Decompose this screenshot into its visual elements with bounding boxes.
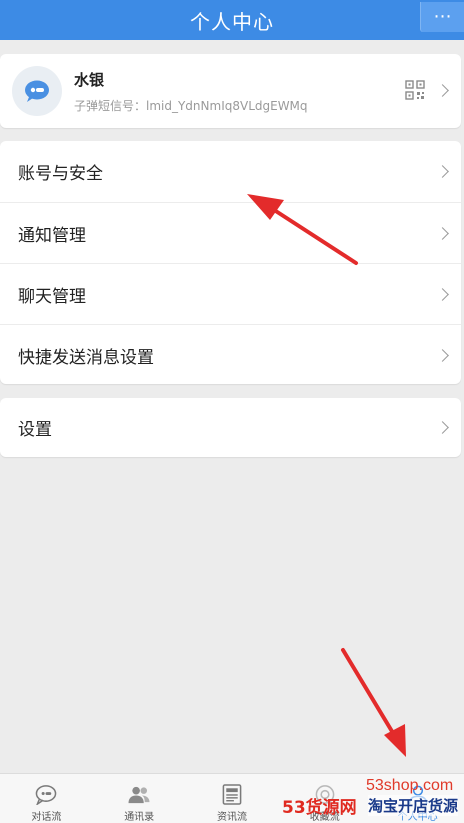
watermark-brand: 53货源网 bbox=[282, 798, 357, 818]
chat-bubble-icon bbox=[36, 785, 57, 805]
menu-item-label: 快捷发送消息设置 bbox=[18, 347, 154, 368]
profile-name: 水银 bbox=[74, 71, 105, 89]
menu-item-label: 通知管理 bbox=[18, 225, 86, 246]
watermark-domain: 53shop.com bbox=[366, 777, 454, 794]
chat-bubble-icon bbox=[25, 80, 49, 102]
watermark-subtitle: 淘宝开店货源 bbox=[368, 795, 459, 816]
qr-code-icon[interactable] bbox=[405, 80, 425, 100]
chevron-right-icon bbox=[436, 288, 449, 301]
tab-label: 通讯录 bbox=[124, 812, 155, 823]
arrow-to-profile-tab bbox=[341, 648, 406, 757]
menu-item-settings[interactable]: 设置 bbox=[0, 398, 461, 457]
tab-contacts[interactable]: 通讯录 bbox=[93, 774, 186, 823]
tab-label: 资讯流 bbox=[216, 812, 247, 823]
menu-item-quick-send[interactable]: 快捷发送消息设置 bbox=[0, 324, 461, 385]
tab-news-flow[interactable]: 资讯流 bbox=[186, 774, 279, 823]
menu-item-label: 聊天管理 bbox=[18, 286, 86, 307]
menu-item-chat-management[interactable]: 聊天管理 bbox=[0, 263, 461, 324]
profile-card[interactable]: 水银 子弹短信号：lmid_YdnNmIq8VLdgEWMq bbox=[0, 54, 461, 128]
tab-label: 对话流 bbox=[31, 812, 62, 823]
menu-item-label: 账号与安全 bbox=[18, 164, 103, 184]
menu-item-label: 设置 bbox=[18, 420, 52, 440]
chevron-right-icon bbox=[436, 84, 449, 97]
chevron-right-icon bbox=[436, 349, 449, 362]
chevron-right-icon bbox=[436, 421, 449, 434]
chevron-right-icon bbox=[436, 227, 449, 240]
more-button[interactable]: ⋯ bbox=[420, 2, 464, 32]
top-bar: 个人中心 ⋯ bbox=[0, 0, 464, 40]
chevron-right-icon bbox=[436, 165, 449, 178]
page-title: 个人中心 bbox=[190, 9, 274, 34]
settings-card: 设置 bbox=[0, 398, 461, 457]
menu-card: 账号与安全 通知管理 聊天管理 快捷发送消息设置 bbox=[0, 141, 461, 384]
tab-chat-flow[interactable]: 对话流 bbox=[0, 774, 93, 823]
contacts-icon bbox=[128, 786, 150, 804]
news-icon bbox=[222, 784, 242, 805]
menu-item-notifications[interactable]: 通知管理 bbox=[0, 202, 461, 263]
profile-id: 子弹短信号：lmid_YdnNmIq8VLdgEWMq bbox=[74, 99, 308, 113]
menu-item-account-security[interactable]: 账号与安全 bbox=[0, 141, 461, 202]
avatar bbox=[12, 66, 62, 116]
